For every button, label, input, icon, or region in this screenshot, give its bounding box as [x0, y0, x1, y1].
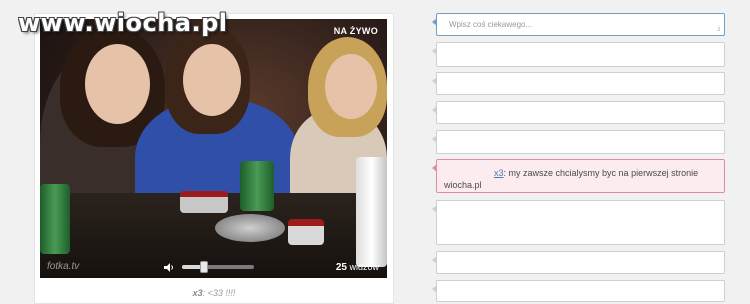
- chat-column: Wpisz coś ciekawego... .:i x3: my zawsze…: [431, 0, 731, 304]
- chat-input[interactable]: Wpisz coś ciekawego... .:i: [432, 13, 725, 36]
- ashtray: [215, 214, 285, 242]
- page: www.wiocha.pl NA ŻYWO fotka.tv 25 widzów…: [0, 0, 750, 304]
- viewers-count: 25 widzów: [336, 262, 379, 273]
- chat-bubble-empty: [432, 72, 725, 95]
- chat-bubble-empty: [432, 130, 725, 154]
- face-middle: [183, 44, 241, 116]
- chat-bubble-empty: [432, 251, 725, 274]
- video-player[interactable]: NA ŻYWO fotka.tv 25 widzów: [40, 19, 387, 278]
- chat-bubble-empty: [432, 101, 725, 124]
- chat-bubble-empty: [432, 42, 725, 67]
- chat-input-placeholder: Wpisz coś ciekawego...: [449, 20, 533, 29]
- chat-message: x3: my zawsze chcialysmy byc na pierwsze…: [432, 159, 725, 193]
- cigarette-pack: [288, 219, 324, 245]
- resize-handle-icon[interactable]: .:i: [717, 26, 721, 33]
- chat-bubble-empty: [432, 280, 725, 302]
- volume-slider-knob[interactable]: [199, 261, 208, 273]
- volume-slider[interactable]: [182, 261, 254, 273]
- chat-message-text: my zawsze chcialysmy byc na pierwszej st…: [444, 168, 699, 190]
- watermark: www.wiocha.pl: [18, 9, 228, 37]
- face-left: [85, 44, 150, 124]
- video-caption: x3: <33 !!!!: [34, 288, 394, 298]
- viewers-label: widzów: [349, 262, 379, 272]
- chat-message-user[interactable]: x3: [494, 168, 504, 178]
- caption-user[interactable]: x3: [193, 288, 203, 298]
- caption-separator: :: [202, 288, 206, 298]
- viewers-number: 25: [335, 262, 347, 273]
- beer-can: [356, 157, 387, 267]
- beer-can: [240, 161, 274, 211]
- volume-icon[interactable]: [164, 263, 174, 272]
- cigarette-pack: [180, 191, 228, 213]
- chat-message-body: x3: my zawsze chcialysmy byc na pierwsze…: [444, 168, 699, 190]
- caption-text: <33 !!!!: [207, 288, 236, 298]
- beer-can: [40, 184, 70, 254]
- fotka-tv-logo: fotka.tv: [47, 261, 80, 272]
- live-badge: NA ŻYWO: [333, 26, 378, 36]
- chat-bubble-empty: [432, 200, 725, 245]
- face-right: [325, 54, 377, 119]
